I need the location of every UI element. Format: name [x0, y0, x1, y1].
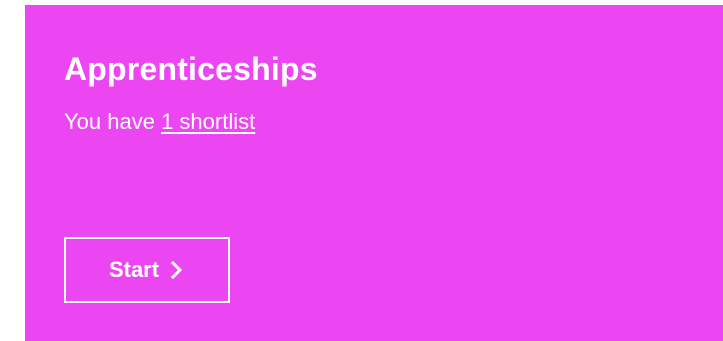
chevron-right-icon — [169, 260, 185, 280]
start-button[interactable]: Start — [64, 237, 230, 303]
shortlist-link[interactable]: 1 shortlist — [161, 109, 255, 134]
start-button-label: Start — [108, 257, 160, 282]
shortlist-message: You have 1 shortlist — [64, 107, 723, 137]
card-title: Apprenticeships — [64, 51, 318, 87]
shortlist-message-prefix: You have — [64, 109, 162, 134]
apprenticeships-card: Apprenticeships You have 1 shortlist Sta… — [25, 5, 723, 341]
